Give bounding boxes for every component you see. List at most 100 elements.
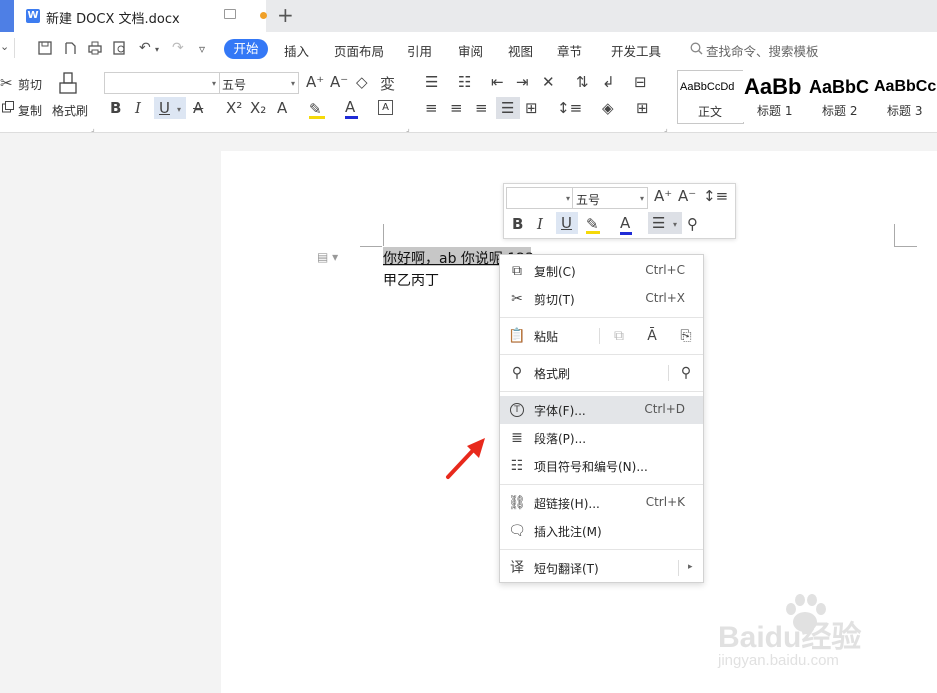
float-italic-icon[interactable]: I [537,215,543,233]
format-painter-icon[interactable] [58,72,80,98]
float-line-spacing-icon[interactable]: ↕≡ [703,187,728,205]
clipboard-group-launcher-icon[interactable]: ⌟ [91,124,95,133]
style-normal[interactable]: AaBbCcDd 正文 [677,70,744,124]
tab-insert[interactable]: 插入 [284,41,309,60]
new-tab-plus-icon[interactable]: + [277,3,294,27]
increase-indent-icon[interactable]: ⇥ [516,73,529,91]
align-center-icon[interactable]: ≡ [450,99,463,117]
menu-item-cut[interactable]: ✂ 剪切(T) Ctrl+X [500,285,703,313]
tab-view[interactable]: 视图 [508,41,533,60]
document-tab[interactable]: W 新建 DOCX 文档.docx [14,0,267,32]
tab-developer[interactable]: 开发工具 [611,41,661,60]
paragraph-group-launcher-icon[interactable]: ⌟ [664,124,668,133]
paste-text-only-icon[interactable]: Ā [643,327,661,345]
menu-item-font[interactable]: T 字体(F)... Ctrl+D [500,396,703,424]
menu-item-hyperlink[interactable]: ⛓ 超链接(H)... Ctrl+K [500,489,703,517]
align-right-icon[interactable]: ≡ [475,99,488,117]
underline-button[interactable]: U ▾ [154,97,186,119]
multi-format-painter-icon[interactable]: ⚲ [677,364,695,382]
tab-references[interactable]: 引用 [407,41,432,60]
paste-match-format-icon[interactable]: ⎘ [677,327,695,345]
float-font-size-field[interactable]: 五号 ▾ [572,187,648,209]
tab-review[interactable]: 审阅 [458,41,483,60]
float-highlight-icon[interactable]: ✎ [586,215,600,234]
copy-icon[interactable] [2,101,14,113]
font-name-field[interactable]: ▾ [104,72,220,94]
highlight-icon[interactable]: ✎ [309,100,325,119]
cut-button[interactable]: 剪切 [18,76,42,93]
tab-home[interactable]: 开始 [224,39,268,59]
grow-font-icon[interactable]: A⁺ [306,73,324,91]
undo-dropdown-icon[interactable]: ▾ [155,45,159,54]
ruler-icon[interactable]: ⊟ [634,73,647,91]
print-preview-icon[interactable] [113,41,127,55]
scissors-icon[interactable]: ✂ [0,74,13,92]
float-shrink-font-icon[interactable]: A⁻ [678,187,696,205]
shading-icon[interactable]: ◈ [602,99,614,117]
document-line-2[interactable]: 甲乙丙丁 [383,270,439,290]
paragraph-handle-icon[interactable]: ▤ ▾ [317,250,338,264]
menu-item-format-painter[interactable]: ⚲ 格式刷 ⚲ [500,359,703,387]
copy-icon: ⧉ [512,263,522,279]
style-heading-2[interactable]: AaBbC 标题 2 [808,70,872,122]
bold-icon[interactable]: B [110,99,121,117]
style-heading-1[interactable]: AaBb 标题 1 [743,70,807,122]
save-icon[interactable] [38,41,52,55]
character-border-icon[interactable]: A [378,100,393,115]
tab-section[interactable]: 章节 [557,41,582,60]
print-icon[interactable] [88,41,102,55]
submenu-arrow-icon[interactable]: ▸ [688,562,693,572]
font-group-launcher-icon[interactable]: ⌟ [406,124,410,133]
font-size-field[interactable]: 五号 ▾ [219,72,299,94]
float-align-icon: ☰ [652,214,666,232]
customize-toolbar-icon[interactable]: ▿ [199,42,205,56]
menu-item-bullets-numbering[interactable]: ☷ 项目符号和编号(N)... [500,452,703,480]
search-icon[interactable] [690,42,703,55]
format-painter-button[interactable]: 格式刷 [52,102,88,119]
sort-icon[interactable]: ⇅ [576,73,589,91]
float-grow-font-icon[interactable]: A⁺ [654,187,672,205]
float-format-painter-icon[interactable]: ⚲ [687,215,698,233]
italic-icon[interactable]: I [135,99,141,117]
float-bold-icon[interactable]: B [512,215,523,233]
subscript-icon[interactable]: X₂ [250,99,266,117]
chevron-down-icon[interactable]: ⌄ [0,40,9,53]
line-spacing-icon[interactable]: ↕≡ [557,99,582,117]
crop-mark-top-left [383,224,385,246]
menu-item-paragraph[interactable]: ≣ 段落(P)... [500,424,703,452]
paste-keep-format-icon[interactable]: ⧉ [610,327,628,345]
float-font-name-field[interactable]: ▾ [506,187,574,209]
paste-icon: 📋 [508,328,526,344]
style-heading-3[interactable]: AaBbCc 标题 3 [873,70,937,122]
copy-button[interactable]: 复制 [18,102,42,119]
undo-icon[interactable]: ↶ [139,40,151,56]
shrink-font-icon[interactable]: A⁻ [330,73,348,91]
command-search-input[interactable]: 查找命令、搜索模板 [706,41,819,60]
font-color-icon[interactable]: A [345,98,358,119]
text-effect-icon[interactable]: A [277,99,287,117]
justify-button[interactable]: ☰ [496,97,520,119]
numbering-icon[interactable]: ☷ [458,73,471,91]
menu-item-paste[interactable]: 📋 粘贴 ⧉ Ā ⎘ [500,322,703,350]
float-underline-button[interactable]: U [556,212,578,234]
align-left-icon[interactable]: ≡ [425,99,438,117]
borders-icon[interactable]: ⊞ [636,99,649,117]
strikethrough-icon[interactable]: A [193,99,203,117]
monitor-icon[interactable] [224,9,236,19]
menu-item-insert-comment[interactable]: 🗨 插入批注(M) [500,517,703,545]
clear-format-icon[interactable]: ◇ [356,73,368,91]
export-pdf-icon[interactable] [63,41,77,55]
superscript-icon[interactable]: X² [226,99,242,117]
decrease-indent-icon[interactable]: ⇤ [491,73,504,91]
float-align-button[interactable]: ☰ ▾ [648,212,682,234]
pinyin-guide-icon[interactable]: 変 [380,73,395,94]
bullets-icon[interactable]: ☰ [425,73,438,91]
redo-icon[interactable]: ↷ [172,40,184,56]
menu-item-copy[interactable]: ⧉ 复制(C) Ctrl+C [500,257,703,285]
distributed-icon[interactable]: ⊞ [525,99,538,117]
show-marks-icon[interactable]: ↲ [602,73,615,91]
float-font-color-icon[interactable]: A [620,214,632,235]
tab-page-layout[interactable]: 页面布局 [334,41,384,60]
menu-item-translate[interactable]: 译 短句翻译(T) ▸ [500,554,703,582]
chinese-layout-icon[interactable]: ✕ [542,73,555,91]
